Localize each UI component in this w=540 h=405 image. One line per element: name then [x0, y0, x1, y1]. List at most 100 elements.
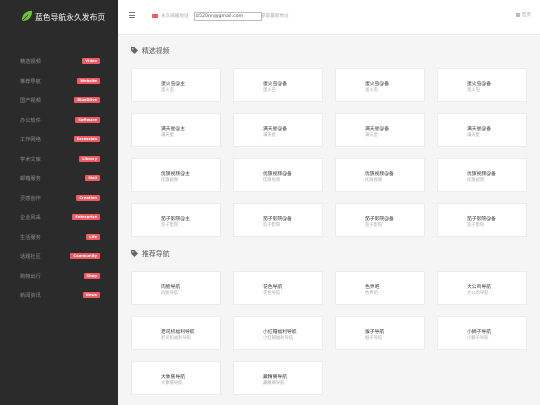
card-title: 满天星@主 [161, 127, 185, 132]
sidebar-item-label: 生活服务 [20, 234, 41, 241]
site-card[interactable]: 蛋火虫@备 蛋火虫 [233, 68, 323, 102]
site-card[interactable]: 优旗视频@备 优旗视频 [335, 158, 425, 192]
sidebar-item-label: 工作网络 [20, 137, 41, 143]
site-card[interactable]: 满天星@备 满天星 [335, 113, 425, 147]
card-title: 茄子影院@备 [467, 217, 496, 222]
home-link[interactable]: 首页 [515, 12, 531, 18]
site-card[interactable]: 蛋火虫@主 蛋火虫 [131, 68, 221, 102]
site-card[interactable]: 肉鲍导航 肉鲍导航 [131, 271, 221, 305]
sidebar-item[interactable]: 话题社区 Community [0, 248, 118, 268]
site-card[interactable]: 茄子影院@备 茄子影院 [437, 203, 527, 237]
site-card[interactable]: 猴子导航 猴子导航 [335, 316, 425, 350]
site-card[interactable]: 花色导航 花色导航 [233, 271, 323, 305]
card-title: 肉鲍导航 [161, 285, 181, 290]
home-icon [515, 12, 520, 17]
card-subtitle: 满天星 [467, 133, 480, 138]
card-subtitle: 优旗视频 [263, 178, 281, 183]
site-card[interactable]: 蛋火虫@备 蛋火虫 [335, 68, 425, 102]
sidebar-item[interactable]: 购物出行 Shop [0, 268, 118, 288]
sidebar-item-badge: Software [75, 116, 100, 123]
sidebar-menu: 精选视频 Video 推荐导航 Website 国产视频 BlueDlive 办公软件 Sof… [0, 53, 118, 307]
section-title: 推荐导航 [131, 248, 170, 258]
sidebar-item[interactable]: 办公软件 Software [0, 112, 118, 132]
sidebar-item-badge: Creation [76, 194, 100, 201]
sidebar-item-label: 话题社区 [20, 254, 41, 260]
site-card[interactable]: 小狮子导航 小狮子导航 [437, 316, 527, 350]
site-card[interactable]: 满天星@备 满天星 [437, 113, 527, 147]
card-title: 优旗视频@备 [365, 172, 394, 177]
card-subtitle: 大象蕉导航 [161, 381, 183, 386]
sidebar-item[interactable]: 生活服务 Life [0, 229, 118, 249]
card-subtitle: 花色导航 [263, 291, 281, 296]
card-subtitle: 茄子影院 [467, 223, 485, 228]
card-subtitle: 茄子影院 [365, 223, 383, 228]
sidebar-item[interactable]: 国产视频 BlueDlive [0, 92, 118, 112]
brand-logo[interactable]: 蓝色导航永久发布页 [20, 10, 115, 24]
menu-toggle-icon[interactable] [129, 12, 135, 20]
tag-icon [131, 250, 138, 257]
mail-icon [152, 14, 158, 18]
card-title: 色界吧 [365, 285, 380, 290]
site-card[interactable]: 优旗视频@主 优旗视频 [131, 158, 221, 192]
card-subtitle: 优旗视频 [161, 178, 179, 183]
sidebar-item[interactable]: 企业风采 Enterprise [0, 209, 118, 229]
sidebar-item[interactable]: 精选视频 Video [0, 53, 118, 73]
card-title: 猴子导航 [365, 330, 385, 335]
mail-suffix-text: 获取最新地址 [261, 13, 289, 19]
sidebar-item-label: 企业风采 [20, 215, 41, 221]
card-subtitle: 猴子导航 [365, 336, 383, 341]
sidebar-item-label: 推荐导航 [20, 78, 41, 85]
site-card[interactable]: 大公鸡导航 大公鸡导航 [437, 271, 527, 305]
card-subtitle: 大公鸡导航 [467, 291, 489, 296]
card-subtitle: 茄子影院 [263, 223, 281, 228]
card-title: 茄子影院@备 [365, 217, 394, 222]
card-title: 满天星@备 [263, 127, 287, 132]
sidebar-item-label: 学术文库 [20, 156, 41, 163]
sidebar-item[interactable]: 推荐导航 Website [0, 73, 118, 93]
site-card[interactable]: 优旗视频@备 优旗视频 [437, 158, 527, 192]
card-subtitle: 肉鲍导航 [161, 291, 179, 296]
sidebar-item[interactable]: 邮箱服务 Mail [0, 170, 118, 190]
tag-icon [131, 47, 138, 54]
card-subtitle: 小红帽福利导航 [263, 336, 294, 341]
site-card[interactable]: 大象蕉导航 大象蕉导航 [131, 361, 221, 395]
card-subtitle: 蛋火虫 [161, 88, 174, 93]
topbar: 永久邮箱地址 b520nn@gmail.com 获取最新地址 首页 [118, 0, 540, 35]
sidebar-item-label: 精选视频 [20, 59, 41, 65]
site-card[interactable]: 蛋火虫@备 蛋火虫 [437, 68, 527, 102]
card-title: 大象蕉导航 [161, 375, 185, 380]
sidebar-item[interactable]: 新闻资讯 News [0, 287, 118, 307]
sidebar-item-label: 购物出行 [20, 273, 41, 280]
site-card[interactable]: 茄子影院@主 茄子影院 [131, 203, 221, 237]
site-card[interactable]: 色界吧 色界吧 [335, 271, 425, 305]
card-subtitle: 小狮子导航 [467, 336, 489, 341]
section-title: 精选视频 [131, 45, 170, 55]
card-subtitle: 满天星 [161, 133, 174, 138]
sidebar-item-label: 邮箱服务 [20, 176, 41, 182]
site-card[interactable]: 藏精阁导航 藏精阁导航 [233, 361, 323, 395]
section-title-text: 精选视频 [142, 47, 170, 55]
site-card[interactable]: 满天星@备 满天星 [233, 113, 323, 147]
card-subtitle: 蛋火虫 [467, 88, 480, 93]
card-subtitle: 优旗视频 [467, 178, 485, 183]
card-title: 茄子影院@备 [263, 217, 292, 222]
card-title: 优旗视频@备 [467, 172, 496, 177]
site-card[interactable]: 茄子影院@备 茄子影院 [335, 203, 425, 237]
card-title: 小红帽福利导航 [263, 330, 297, 335]
card-title: 花色导航 [263, 285, 283, 290]
site-card[interactable]: 茄子影院@备 茄子影院 [233, 203, 323, 237]
sidebar-item[interactable]: 学术文库 Library [0, 151, 118, 171]
site-card[interactable]: 老司机福利导航 老司机福利导航 [131, 316, 221, 350]
site-card[interactable]: 满天星@主 满天星 [131, 113, 221, 147]
sidebar-item-badge: Website [77, 77, 100, 84]
sidebar-item[interactable]: 工作网络 Excession [0, 131, 118, 151]
sidebar-item[interactable]: 灵感创作 Creation [0, 190, 118, 210]
sidebar-item-label: 国产视频 [20, 98, 41, 104]
email-field[interactable]: b520nn@gmail.com [194, 12, 262, 21]
site-card[interactable]: 优旗视频@备 优旗视频 [233, 158, 323, 192]
site-card[interactable]: 小红帽福利导航 小红帽福利导航 [233, 316, 323, 350]
sidebar-item-badge: Life [86, 233, 100, 240]
sidebar-item-badge: Excession [73, 136, 100, 142]
card-title: 藏精阁导航 [263, 375, 287, 380]
card-title: 小狮子导航 [467, 330, 491, 335]
